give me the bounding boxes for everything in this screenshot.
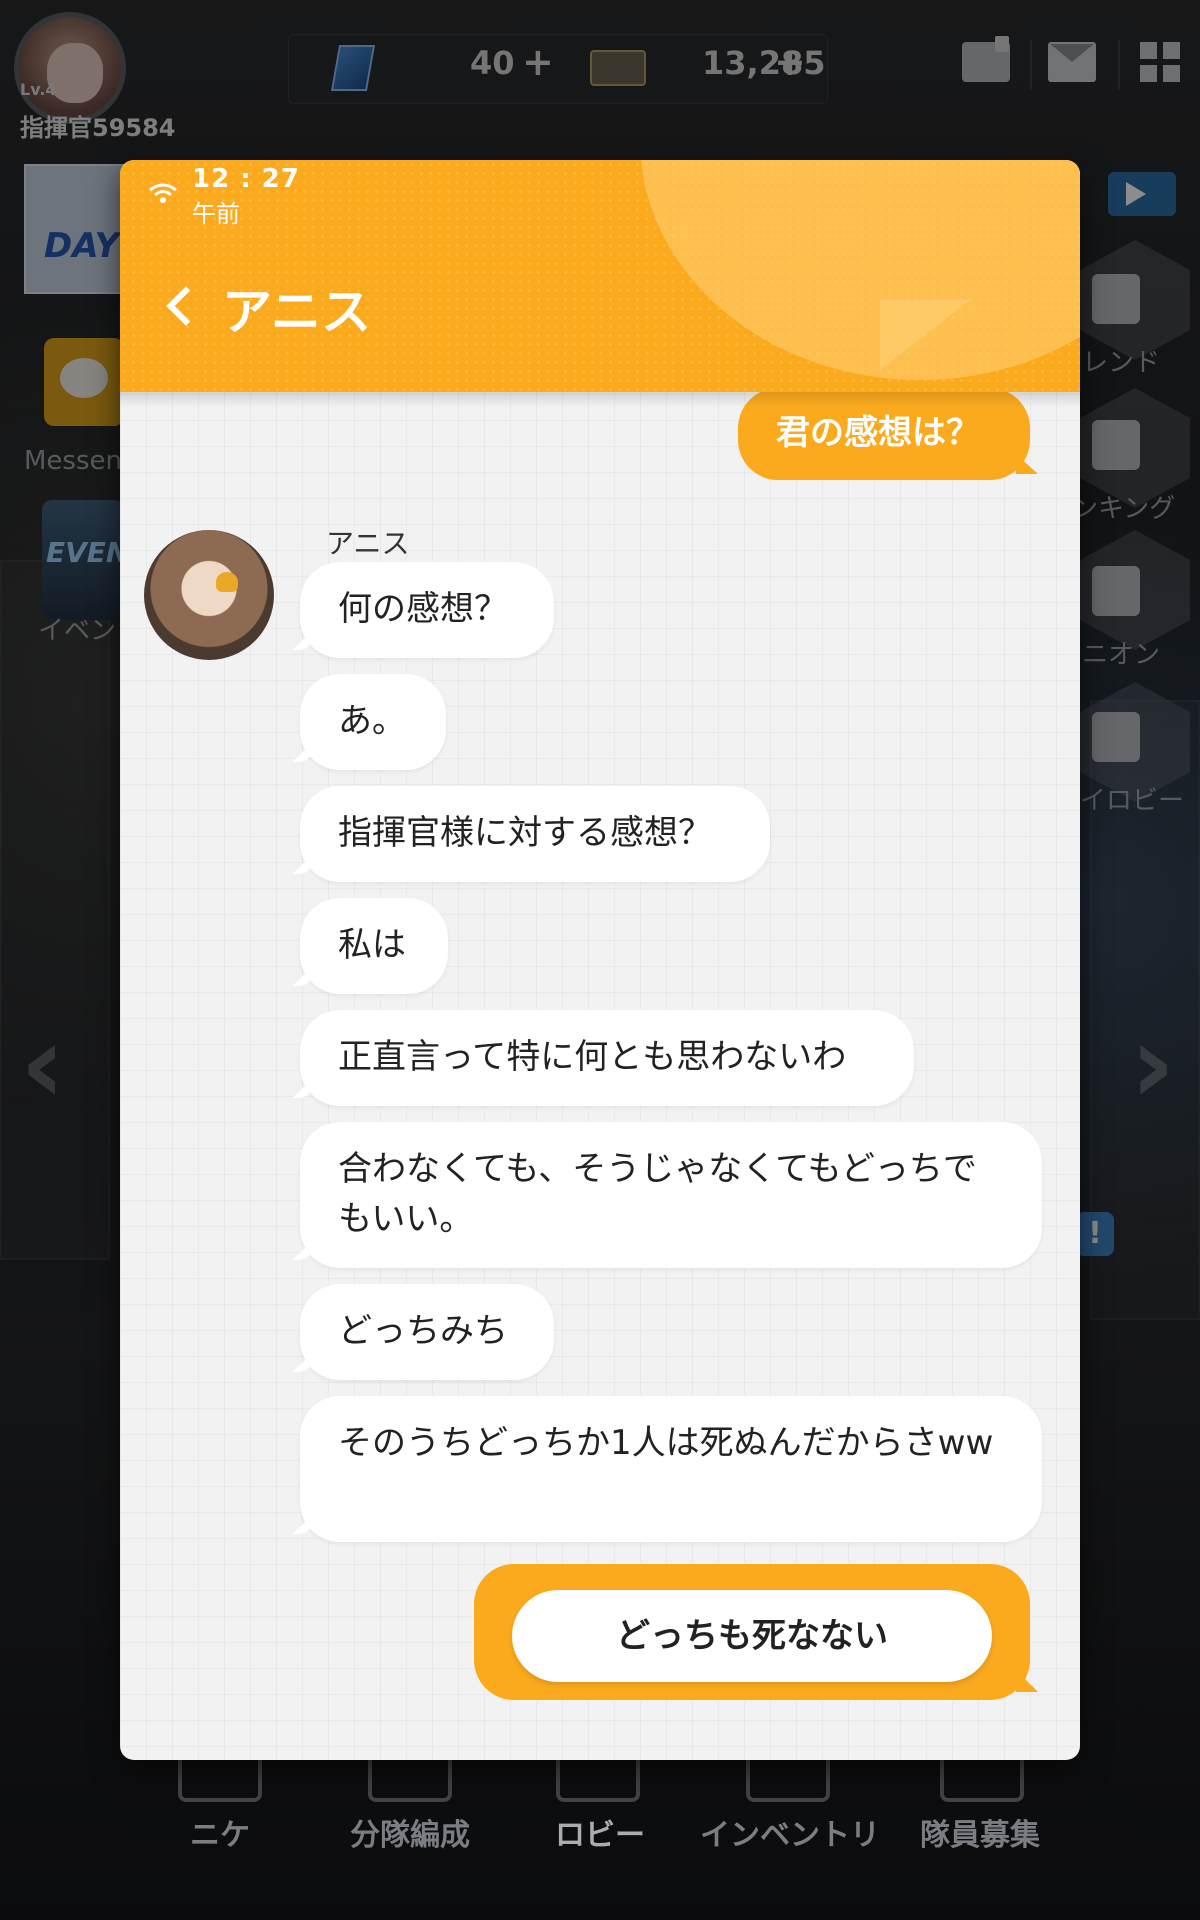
chat-message: 正直言って特に何とも思わないわ — [300, 1010, 914, 1106]
status-ampm: 午前 — [192, 200, 240, 228]
nav-recruit[interactable]: 隊員募集 — [900, 1810, 1060, 1854]
nav-inventory[interactable]: インベントリ — [690, 1810, 890, 1854]
nav-squad[interactable]: 分隊編成 — [330, 1810, 490, 1854]
chat-message: 合わなくても、そうじゃなくてもどっちでもいい。 — [300, 1122, 1042, 1268]
chat-message: そのうちどっちか1人は死ぬんだからさww — [300, 1396, 1042, 1542]
header-decoration — [640, 160, 1080, 380]
messenger-window: 君の感想は？ アニス 何の感想？ あ。 指揮官様に対する感想？ 私は 正直言って… — [120, 160, 1080, 1760]
wifi-icon — [149, 183, 177, 203]
status-time: 12 : 27 — [192, 164, 300, 194]
reply-option-button[interactable]: どっちも死なない — [512, 1590, 992, 1682]
chat-header: 12 : 27 午前 アニス — [120, 160, 1080, 392]
back-chevron-icon[interactable] — [164, 274, 204, 338]
chat-message: あ。 — [300, 674, 446, 770]
chat-message: 私は — [300, 898, 448, 994]
chat-title: アニス — [222, 283, 371, 341]
sender-name: アニス — [326, 527, 410, 560]
chat-message: 指揮官様に対する感想？ — [300, 786, 770, 882]
chat-message: 何の感想？ — [300, 562, 554, 658]
header-shadow — [120, 392, 1080, 408]
avatar — [144, 530, 274, 660]
nav-nikke[interactable]: ニケ — [160, 1810, 280, 1854]
nav-lobby[interactable]: ロビー — [530, 1810, 670, 1854]
chat-message: どっちみち — [300, 1284, 554, 1380]
